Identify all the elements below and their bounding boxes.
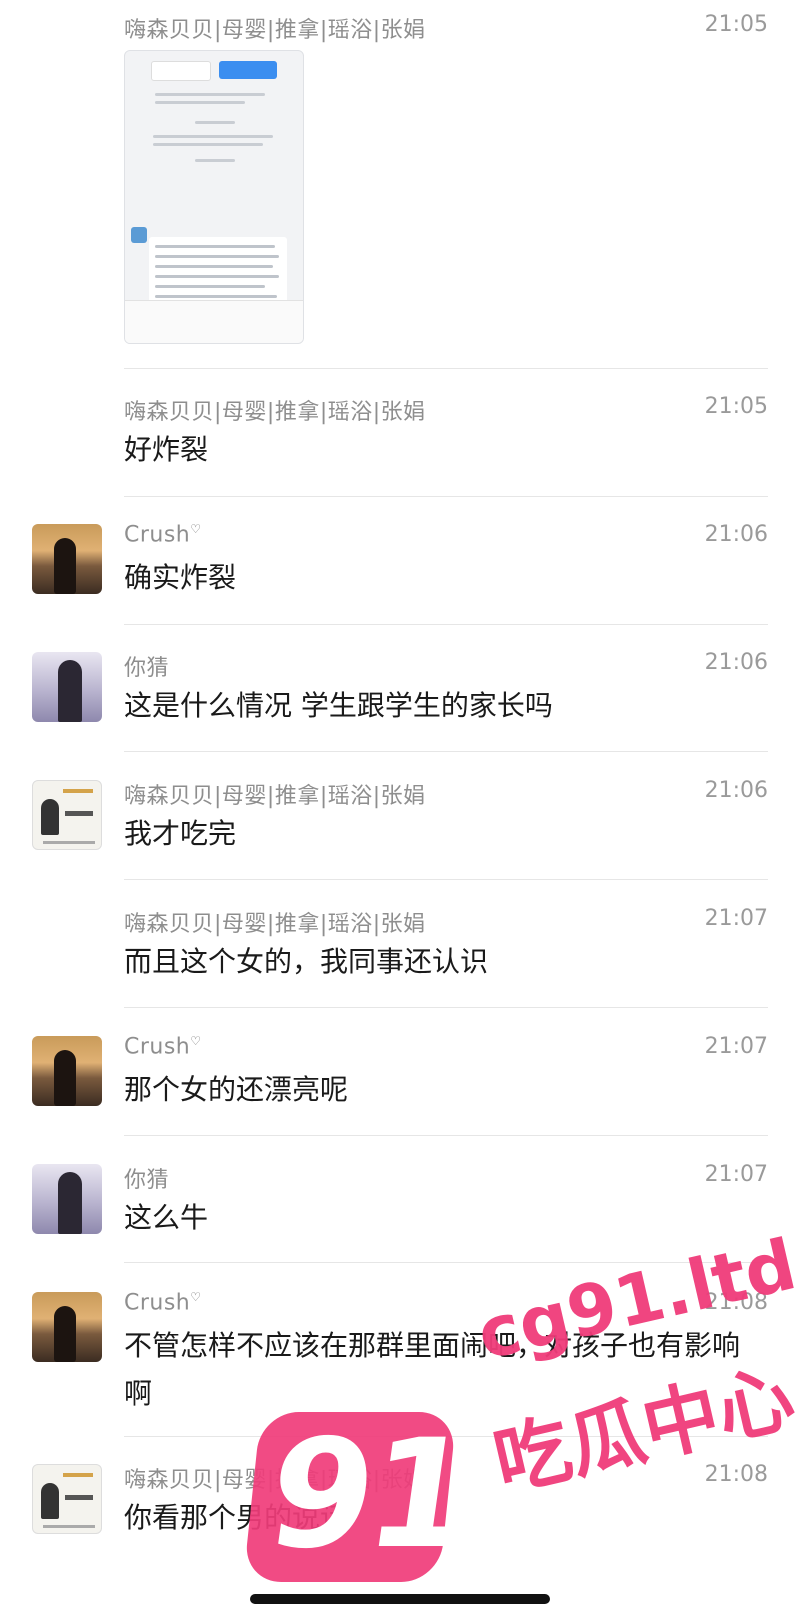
avatar-figure — [41, 799, 59, 835]
heart-ribbon-icon: ♡ — [190, 1034, 202, 1048]
sender-name-text: Crush — [124, 522, 191, 548]
divider — [124, 624, 768, 625]
sender-name[interactable]: 嗨森贝贝|母婴|推拿|瑶浴|张娟 — [124, 12, 426, 44]
sender-name[interactable]: Crush♡ — [124, 1034, 202, 1059]
thumb-input-bar — [125, 300, 303, 343]
divider — [124, 879, 768, 880]
sender-name[interactable]: 嗨森贝贝|母婴|推拿|瑶浴|张娟 — [124, 906, 426, 938]
avatar-detail — [65, 1495, 93, 1500]
avatar-figure — [54, 1050, 76, 1106]
message-text[interactable]: 那个女的还漂亮呢 — [124, 1066, 764, 1114]
screenshot-image[interactable] — [124, 50, 304, 344]
message-text[interactable]: 而且这个女的，我同事还认识 — [124, 938, 764, 986]
message-time: 21:06 — [704, 522, 768, 547]
avatar[interactable] — [32, 1036, 102, 1106]
thumb-text-line — [155, 255, 279, 258]
thumb-text-line — [153, 143, 263, 146]
message-text[interactable]: 这么牛 — [124, 1194, 764, 1242]
message-time: 21:07 — [704, 1162, 768, 1187]
message-time: 21:06 — [704, 650, 768, 675]
avatar-detail — [65, 811, 93, 816]
message-text[interactable]: 确实炸裂 — [124, 554, 764, 602]
thumb-text-line — [195, 121, 235, 124]
thumb-text-line — [155, 265, 273, 268]
avatar[interactable] — [32, 524, 102, 594]
thumb-text-line — [155, 285, 265, 288]
avatar[interactable] — [32, 1464, 102, 1534]
sender-name[interactable]: Crush♡ — [124, 522, 202, 547]
avatar-figure — [41, 1483, 59, 1519]
home-indicator[interactable] — [250, 1594, 550, 1604]
avatar-figure — [54, 538, 76, 594]
divider — [124, 751, 768, 752]
divider — [124, 368, 768, 369]
message-time: 21:07 — [704, 1034, 768, 1059]
thumb-text-line — [153, 135, 273, 138]
thumb-avatar — [131, 227, 147, 243]
sender-name[interactable]: 嗨森贝贝|母婴|推拿|瑶浴|张娟 — [124, 778, 426, 810]
divider — [124, 1135, 768, 1136]
sender-name[interactable]: 嗨森贝贝|母婴|推拿|瑶浴|张娟 — [124, 394, 426, 426]
thumb-text-line — [155, 295, 277, 298]
message-time: 21:06 — [704, 778, 768, 803]
avatar-detail — [43, 1525, 95, 1528]
avatar[interactable] — [32, 780, 102, 850]
thumb-tab-right — [219, 61, 277, 79]
avatar[interactable] — [32, 1164, 102, 1234]
heart-ribbon-icon: ♡ — [190, 522, 202, 536]
message-time: 21:08 — [704, 1462, 768, 1487]
avatar[interactable] — [32, 652, 102, 722]
thumb-text-line — [155, 101, 245, 104]
avatar-detail — [43, 841, 95, 844]
avatar[interactable] — [32, 1292, 102, 1362]
heart-ribbon-icon: ♡ — [190, 1290, 202, 1304]
sender-name-text: Crush — [124, 1034, 191, 1060]
sender-name[interactable]: 你猜 — [124, 1162, 169, 1194]
thumb-tabs — [151, 61, 279, 81]
thumb-text-line — [155, 93, 265, 96]
thumb-text-line — [155, 245, 275, 248]
message-text[interactable]: 我才吃完 — [124, 810, 764, 858]
avatar-detail — [63, 1473, 93, 1477]
message-text[interactable]: 好炸裂 — [124, 426, 764, 474]
avatar-detail — [63, 789, 93, 793]
avatar-figure — [54, 1306, 76, 1362]
sender-name[interactable]: Crush♡ — [124, 1290, 202, 1315]
message-text[interactable]: 这是什么情况 学生跟学生的家长吗 — [124, 682, 764, 730]
divider — [124, 496, 768, 497]
message-time: 21:05 — [704, 12, 768, 37]
sender-name-text: Crush — [124, 1290, 191, 1316]
sender-name[interactable]: 你猜 — [124, 650, 169, 682]
avatar-figure — [58, 660, 82, 722]
watermark-number: 91 — [257, 1408, 479, 1582]
message-time: 21:05 — [704, 394, 768, 419]
thumb-text-line — [195, 159, 235, 162]
message-time: 21:07 — [704, 906, 768, 931]
divider — [124, 1007, 768, 1008]
thumb-text-line — [155, 275, 279, 278]
thumb-tab-left — [151, 61, 211, 81]
avatar-figure — [58, 1172, 82, 1234]
